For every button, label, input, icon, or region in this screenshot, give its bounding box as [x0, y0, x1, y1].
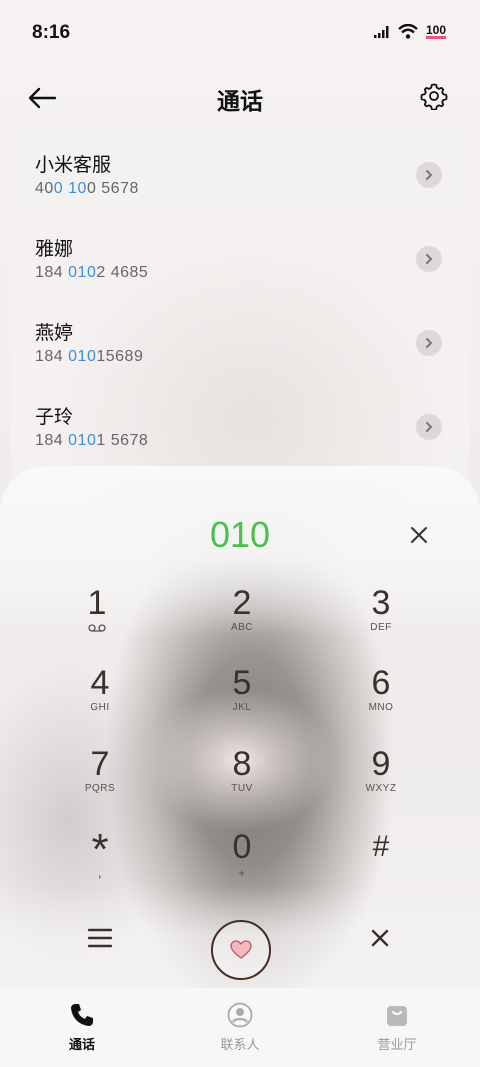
contact-name: 子玲	[35, 406, 74, 428]
battery-level: 100	[425, 23, 446, 39]
tab-contacts[interactable]: 联系人	[190, 1000, 290, 1053]
key-9[interactable]: 9 WXYZ	[331, 745, 431, 815]
key-5[interactable]: 5 JKL	[192, 664, 292, 734]
key-hash[interactable]: #	[331, 828, 431, 898]
voicemail-icon	[88, 624, 106, 632]
tab-service-hall[interactable]: 营业厅	[347, 1000, 447, 1053]
contact-number: 184 0101 5678	[35, 432, 149, 449]
phone-icon	[71, 1004, 93, 1026]
chevron-right-icon	[426, 254, 433, 264]
contact-number: 184 01015689	[35, 348, 144, 365]
contact-number: 184 0102 4685	[35, 264, 149, 281]
detail-button[interactable]	[416, 246, 442, 272]
chevron-right-icon	[426, 422, 433, 432]
detail-button[interactable]	[416, 162, 442, 188]
tab-calls[interactable]: 通话	[32, 1000, 132, 1053]
settings-button[interactable]	[414, 76, 454, 116]
status-bar: 8:16 100	[0, 0, 480, 68]
header: 通话	[0, 68, 480, 128]
detail-button[interactable]	[416, 414, 442, 440]
person-icon	[227, 1002, 253, 1028]
detail-button[interactable]	[416, 330, 442, 356]
key-0[interactable]: 0 +	[192, 828, 292, 898]
gear-icon	[420, 83, 448, 110]
page-title: 通话	[217, 89, 263, 115]
list-item[interactable]: 子玲 184 0101 5678	[10, 380, 470, 464]
backspace-x-icon	[371, 929, 389, 947]
key-8[interactable]: 8 TUV	[192, 745, 292, 815]
status-icons: 100	[373, 23, 446, 39]
key-star[interactable]: * ,	[50, 828, 150, 900]
key-4[interactable]: 4 GHI	[50, 664, 150, 734]
delete-button[interactable]	[362, 920, 398, 956]
heart-icon	[230, 940, 252, 959]
key-6[interactable]: 6 MNO	[331, 664, 431, 734]
contact-name: 雅娜	[35, 238, 74, 260]
call-button[interactable]	[211, 920, 271, 980]
list-item[interactable]: 燕婷 184 01015689	[10, 296, 470, 380]
chevron-right-icon	[426, 338, 433, 348]
contact-number: 400 100 5678	[35, 180, 139, 197]
status-time: 8:16	[32, 22, 71, 43]
key-3[interactable]: 3 DEF	[331, 584, 431, 654]
wifi-icon	[398, 24, 418, 39]
signal-icon	[373, 25, 389, 38]
contact-suggestion-list: 小米客服 400 100 5678 雅娜 184 0102 4685 燕婷 18…	[10, 128, 470, 478]
contact-name: 燕婷	[35, 322, 74, 344]
menu-icon	[87, 928, 113, 948]
close-dialer-button[interactable]	[404, 520, 434, 550]
key-2[interactable]: 2 ABC	[192, 584, 292, 654]
bottom-tab-bar: 通话 联系人 营业厅	[0, 988, 480, 1067]
key-7[interactable]: 7 PQRS	[50, 745, 150, 815]
chevron-right-icon	[426, 170, 433, 180]
bag-icon	[387, 1006, 407, 1026]
contact-name: 小米客服	[35, 154, 112, 176]
close-icon	[411, 527, 427, 543]
list-item[interactable]: 雅娜 184 0102 4685	[10, 212, 470, 296]
menu-button[interactable]	[82, 920, 118, 956]
list-item[interactable]: 小米客服 400 100 5678	[10, 128, 470, 212]
key-1[interactable]: 1	[47, 584, 147, 654]
